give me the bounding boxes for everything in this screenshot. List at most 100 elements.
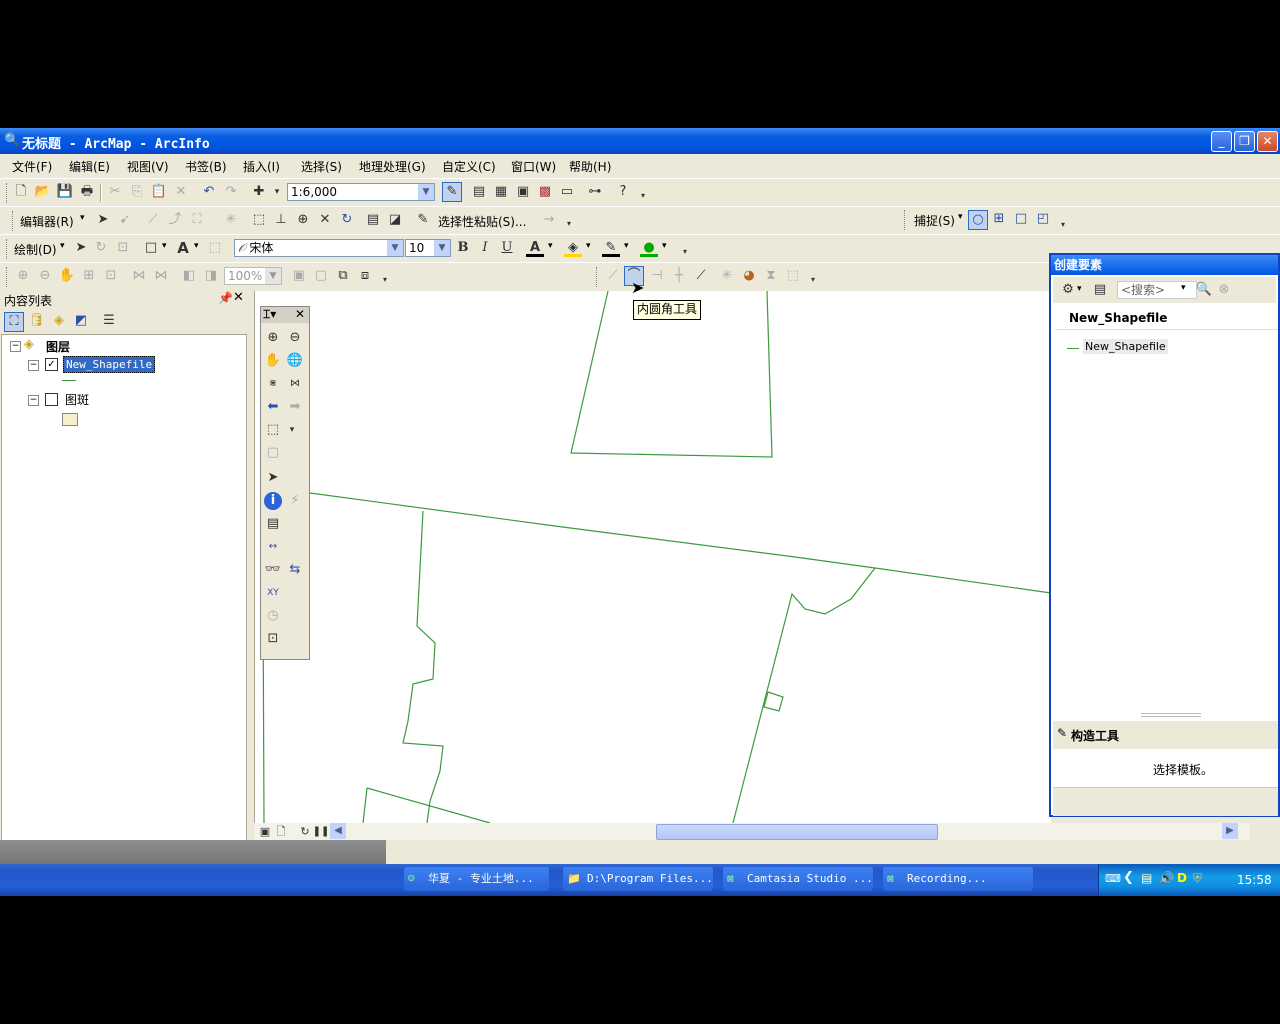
edit-annotation-icon[interactable]: ➹ bbox=[116, 211, 134, 229]
keyboard-icon[interactable]: ⌨ bbox=[1105, 872, 1121, 885]
print-icon[interactable]: 🖶 bbox=[78, 183, 96, 201]
new-text-icon[interactable]: A bbox=[174, 239, 192, 257]
list-by-selection-icon[interactable]: ◩ bbox=[72, 312, 90, 330]
go-to-xy-icon[interactable]: XY bbox=[264, 584, 282, 602]
close-icon[interactable]: ✕ bbox=[233, 290, 244, 305]
toolbar-options-icon[interactable]: ▾ bbox=[634, 187, 652, 205]
paste-special-button[interactable]: 选择性粘贴(S)... bbox=[438, 213, 526, 230]
map-canvas[interactable] bbox=[255, 291, 1051, 823]
italic-button[interactable]: I bbox=[476, 239, 494, 257]
editor-menu-button[interactable]: 编辑器(R) bbox=[20, 213, 74, 230]
line-intersection-icon[interactable]: ⟋ bbox=[692, 267, 710, 285]
toolbar-options-icon[interactable]: ▾ bbox=[804, 271, 822, 289]
back-extent-icon[interactable]: ◧ bbox=[180, 267, 198, 285]
toolbar-options-icon[interactable]: ▾ bbox=[1054, 216, 1072, 234]
volume-icon[interactable]: 🔊 bbox=[1159, 871, 1174, 885]
layer-name-tuban[interactable]: 图斑 bbox=[65, 391, 89, 408]
collapse-toggle[interactable]: − bbox=[10, 341, 21, 352]
toolbar-options-icon[interactable]: ▾ bbox=[676, 243, 694, 261]
menu-file[interactable]: 文件(F) bbox=[12, 158, 52, 175]
minimize-button[interactable]: _ bbox=[1211, 131, 1232, 152]
edge-snapping-icon[interactable]: ◰ bbox=[1034, 210, 1052, 228]
vertex-snapping-icon[interactable]: □ bbox=[1012, 210, 1030, 228]
topology-icon[interactable]: → bbox=[540, 211, 558, 229]
fixed-zoom-in-icon[interactable]: ⋇ bbox=[264, 375, 282, 393]
layer-visibility-checkbox[interactable]: ✓ bbox=[45, 358, 58, 371]
measure-icon[interactable]: ↔ bbox=[264, 538, 282, 556]
replace-geometry-icon[interactable]: ⬚ bbox=[784, 267, 802, 285]
menu-customize[interactable]: 自定义(C) bbox=[442, 158, 496, 175]
chevron-down-icon[interactable]: ▾ bbox=[662, 241, 667, 251]
edit-vertices-icon[interactable]: ⬚ bbox=[206, 239, 224, 257]
back-arrow-icon[interactable]: ⬅ bbox=[264, 398, 282, 416]
toolbar-grip[interactable] bbox=[12, 211, 16, 231]
feature-template-new-shapefile[interactable]: New_Shapefile bbox=[1083, 339, 1168, 354]
align-to-shape-icon[interactable]: ⧗ bbox=[762, 267, 780, 285]
rotate-tool-icon[interactable]: ↻ bbox=[338, 211, 356, 229]
layout-view-icon[interactable]: 🗋 bbox=[272, 823, 290, 841]
zoom-in-icon[interactable]: ⊕ bbox=[264, 329, 282, 347]
chevron-down-icon[interactable]: ▼ bbox=[265, 268, 281, 284]
collapse-toggle[interactable]: − bbox=[28, 360, 39, 371]
underline-button[interactable]: U bbox=[498, 239, 516, 257]
whats-this-help-icon[interactable]: ? bbox=[614, 183, 632, 201]
extend-tool-icon[interactable]: ⊣ bbox=[648, 267, 666, 285]
template-properties-icon[interactable]: ▤ bbox=[1091, 281, 1109, 299]
save-icon[interactable]: 💾 bbox=[56, 183, 74, 201]
add-data-dropdown-icon[interactable]: ▾ bbox=[268, 183, 286, 201]
fixed-zoom-out-icon[interactable]: ⋈ bbox=[286, 375, 304, 393]
menu-geoprocessing[interactable]: 地理处理(G) bbox=[359, 158, 426, 175]
attributes-icon[interactable]: ▤ bbox=[364, 211, 382, 229]
full-extent-globe-icon[interactable]: 🌐 bbox=[286, 352, 304, 370]
menu-view[interactable]: 视图(V) bbox=[127, 158, 169, 175]
security-icon[interactable]: ⛨ bbox=[1193, 871, 1202, 886]
undo-icon[interactable]: ↶ bbox=[200, 183, 218, 201]
create-features-icon[interactable]: ✎ bbox=[414, 211, 432, 229]
network-icon[interactable]: ▤ bbox=[1141, 871, 1152, 885]
polygon-symbol-swatch[interactable] bbox=[62, 413, 78, 426]
zoom-in-layout-icon[interactable]: ⊕ bbox=[14, 267, 32, 285]
trim-tool-icon[interactable]: ┼ bbox=[670, 267, 688, 285]
table-of-contents-icon[interactable]: ▤ bbox=[470, 183, 488, 201]
find-binoculars-icon[interactable]: 👓 bbox=[264, 561, 282, 579]
toolbar-grip[interactable] bbox=[6, 239, 10, 259]
zoom-out-layout-icon[interactable]: ⊖ bbox=[36, 267, 54, 285]
trace-icon[interactable]: ⛶ bbox=[188, 211, 206, 229]
select-elements-icon[interactable]: ➤ bbox=[72, 239, 90, 257]
list-by-visibility-icon[interactable]: ◈ bbox=[50, 312, 68, 330]
font-size-select[interactable]: 10 ▼ bbox=[405, 239, 451, 257]
scroll-thumb[interactable] bbox=[656, 824, 938, 840]
pin-icon[interactable]: 📌 bbox=[218, 291, 233, 305]
map-scale-select[interactable]: 1:6,000 ▼ bbox=[287, 183, 435, 201]
chevron-down-icon[interactable]: ▾ bbox=[1181, 283, 1186, 293]
find-route-icon[interactable]: ⇆ bbox=[286, 561, 304, 579]
select-features-icon[interactable]: ⬚ bbox=[264, 421, 282, 439]
search-window-icon[interactable]: ▣ bbox=[514, 183, 532, 201]
chevron-down-icon[interactable]: ▼ bbox=[387, 240, 403, 256]
chevron-down-icon[interactable]: ▾ bbox=[624, 241, 629, 251]
chevron-down-icon[interactable]: ▾ bbox=[548, 241, 553, 251]
select-elements-icon[interactable]: ➤ bbox=[264, 469, 282, 487]
scroll-right-icon[interactable]: ▶ bbox=[1222, 823, 1238, 839]
zoom-to-selected-elements-icon[interactable]: ⊡ bbox=[114, 239, 132, 257]
taskbar-button-camtasia[interactable]: ⊠ Camtasia Studio ... bbox=[723, 867, 873, 891]
editor-toolbar-toggle-icon[interactable]: ✎ bbox=[442, 182, 462, 202]
straight-segment-icon[interactable]: ⟋ bbox=[144, 211, 162, 229]
zoom-whole-page-icon[interactable]: ⊞ bbox=[80, 267, 98, 285]
end-snapping-icon[interactable]: ⊞ bbox=[990, 210, 1008, 228]
toolbar-grip[interactable] bbox=[904, 210, 908, 230]
menu-bookmarks[interactable]: 书签(B) bbox=[185, 158, 227, 175]
zoom-100-icon[interactable]: ⊡ bbox=[102, 267, 120, 285]
forward-arrow-icon[interactable]: ➡ bbox=[286, 398, 304, 416]
catalog-icon[interactable]: ▦ bbox=[492, 183, 510, 201]
collapse-toggle[interactable]: − bbox=[28, 395, 39, 406]
taskbar-button-huaxia[interactable]: ☺ 华夏 - 专业土地... bbox=[404, 867, 549, 891]
font-color-icon[interactable]: A bbox=[526, 239, 544, 257]
chevron-down-icon[interactable]: ▾ bbox=[162, 241, 167, 251]
maximize-button[interactable]: ❐ bbox=[1234, 131, 1255, 152]
new-document-icon[interactable]: 🗋 bbox=[12, 183, 30, 201]
toolbar-grip[interactable] bbox=[6, 183, 10, 203]
fixed-zoom-out-icon[interactable]: ⋈ bbox=[152, 267, 170, 285]
point-snapping-icon[interactable]: ○ bbox=[968, 210, 988, 230]
snapping-menu-button[interactable]: 捕捉(S) bbox=[914, 212, 955, 229]
